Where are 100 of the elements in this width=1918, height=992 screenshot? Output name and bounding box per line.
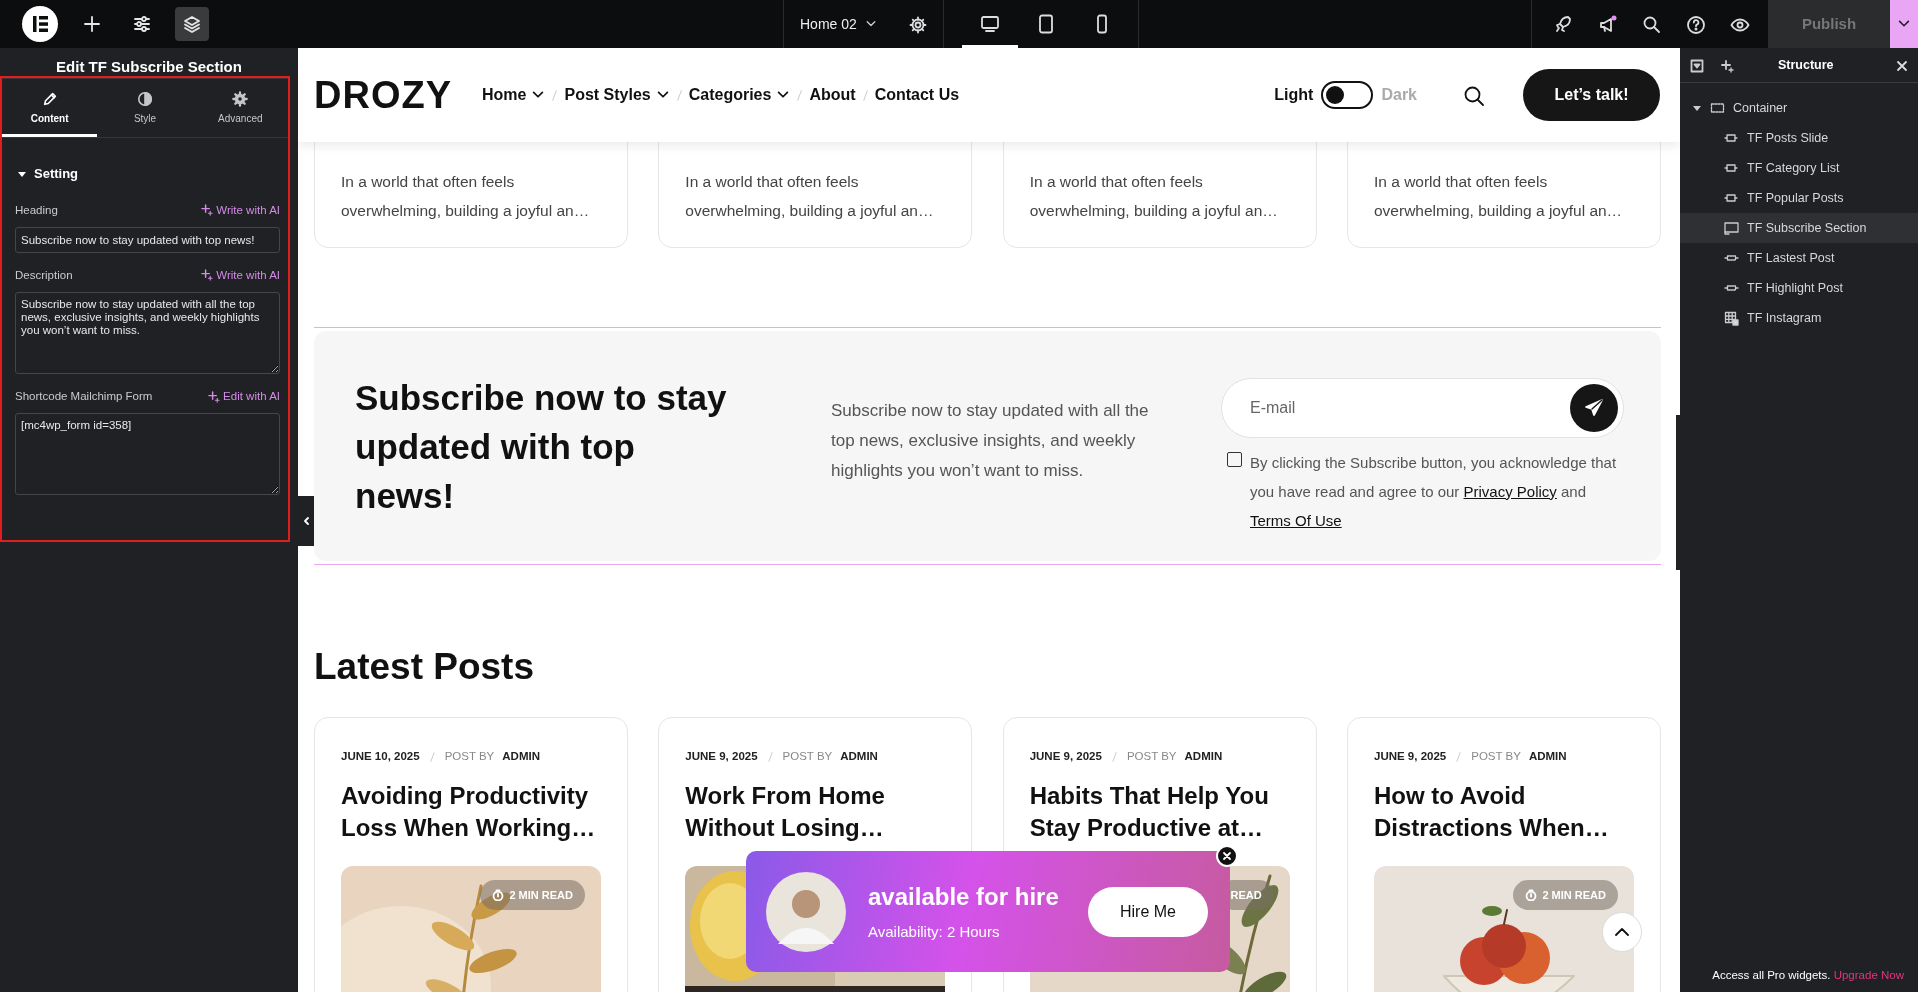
sparkle-icon (201, 204, 214, 217)
sparkle-icon (1720, 58, 1734, 73)
desktop-icon (980, 14, 1000, 34)
ai-action-button[interactable]: Write with AI (201, 266, 280, 284)
gear-icon (232, 91, 249, 107)
structure-item[interactable]: TF Subscribe Section (1680, 213, 1918, 243)
gear-icon (909, 15, 927, 34)
theme-toggle[interactable] (1321, 81, 1374, 109)
availability-text: Availability: 2 Hours (868, 922, 1001, 943)
pencil-icon (41, 91, 58, 107)
structure-item[interactable]: TF Lastest Post (1680, 243, 1918, 273)
sparkle-icon (208, 390, 221, 403)
timer-icon (1525, 888, 1538, 901)
panel-tab[interactable]: Advanced (192, 79, 288, 137)
close-icon (1222, 851, 1232, 861)
hire-me-button[interactable]: Hire Me (1088, 886, 1208, 937)
scrollbar[interactable] (1676, 415, 1680, 570)
lets-talk-button[interactable]: Let’s talk! (1523, 69, 1660, 121)
elementor-logo[interactable] (21, 5, 59, 43)
upgrade-link[interactable]: Upgrade Now (1833, 968, 1904, 981)
nav-link[interactable]: Post Styles (564, 83, 670, 107)
post-title[interactable]: Habits That Help You Stay Productive at… (1029, 779, 1290, 844)
structure-item[interactable]: TF Popular Posts (1680, 183, 1918, 213)
subscribe-heading: Subscribe now to stay updated with top news! (355, 376, 728, 517)
post-author[interactable]: ADMIN (1184, 748, 1223, 766)
collapse-icon (1690, 58, 1704, 73)
structure-button[interactable] (175, 7, 209, 41)
theme-label: Light (1274, 85, 1314, 105)
sparkle-icon (201, 269, 214, 282)
post-author[interactable]: ADMIN (1528, 748, 1567, 766)
site-logo[interactable]: DROZY (314, 66, 452, 124)
text-area[interactable]: Subscribe now to stay updated with all the top news, exclusive insights, and weekly highlights you won’t want to miss. (15, 292, 280, 374)
structure-item[interactable]: TF Instagram (1680, 303, 1918, 333)
ai-action-button[interactable]: Edit with AI (208, 388, 280, 406)
post-date: JUNE 9, 2025 (685, 749, 758, 765)
layers-icon (183, 14, 201, 34)
read-time-badge: 2 MIN READ (480, 879, 585, 911)
search-icon (1463, 84, 1485, 107)
structure-item[interactable]: Container (1680, 93, 1918, 123)
panel-title: Structure (1778, 56, 1834, 74)
popup-title: available for hire (868, 882, 1059, 913)
subscribe-description: Subscribe now to stay updated with all the top news, exclusive insights, and weekly highlights you won’t want to miss. (831, 400, 1150, 482)
page-selector[interactable]: Home 02 (800, 13, 877, 35)
post-excerpt: In a world that often feels overwhelming, building a joyful an… (685, 172, 935, 221)
expand-caret-icon[interactable] (1692, 103, 1702, 113)
megaphone-icon (1598, 14, 1618, 35)
consent-text: By clicking the Subscribe button, you acknowledge that you have read and agree to our Privacy Policy and Terms Of Use (1250, 452, 1618, 531)
panel-tab[interactable]: Content (2, 79, 98, 137)
e-logo-icon (22, 6, 58, 42)
post-date: JUNE 10, 2025 (341, 749, 420, 765)
promo-text: Access all Pro widgets. Upgrade Now (1712, 967, 1904, 983)
terms-of-use-link[interactable]: Terms Of Use (1250, 511, 1342, 529)
section-heading: Latest Posts (314, 645, 535, 689)
post-author[interactable]: ADMIN (840, 748, 878, 766)
post-excerpt: In a world that often feels overwhelming, building a joyful an… (1374, 172, 1624, 221)
collapse-panel-button[interactable] (298, 496, 314, 546)
field-label: Heading (15, 202, 58, 218)
post-by-label: POST BY (782, 749, 833, 765)
post-title[interactable]: How to Avoid Distractions When… (1374, 779, 1634, 844)
help-icon (1686, 14, 1706, 35)
chevron-up-icon (1615, 928, 1629, 936)
post-by-label: POST BY (1471, 749, 1521, 765)
sliders-icon (133, 15, 151, 33)
consent-checkbox[interactable] (1227, 451, 1242, 467)
close-button[interactable] (1216, 845, 1238, 867)
theme-label: Dark (1381, 85, 1417, 105)
ai-action-button[interactable]: Write with AI (201, 201, 280, 219)
structure-item[interactable]: TF Highlight Post (1680, 273, 1918, 303)
post-title[interactable]: Avoiding Productivity Loss When Working… (341, 779, 601, 844)
tablet-icon (1036, 14, 1056, 34)
structure-item[interactable]: TF Category List (1680, 153, 1918, 183)
section-toggle[interactable]: Setting (16, 164, 79, 184)
banner-icon (1724, 220, 1739, 236)
send-icon (1584, 397, 1604, 418)
privacy-policy-link[interactable]: Privacy Policy (1463, 482, 1557, 500)
rocket-icon (1554, 14, 1574, 35)
text-area[interactable]: [mc4wp_form id=358] (15, 413, 280, 496)
text-field[interactable]: Subscribe now to stay updated with top news! (15, 226, 280, 253)
nav-link[interactable]: Home (482, 83, 546, 107)
panel-tab[interactable]: Style (97, 79, 193, 137)
post-by-label: POST BY (444, 749, 495, 765)
avatar-icon (766, 871, 846, 952)
chevron-left-icon (302, 516, 310, 526)
post-excerpt: In a world that often feels overwhelming, building a joyful an… (1029, 172, 1279, 221)
container-icon (1710, 100, 1725, 116)
post-title[interactable]: Work From Home Without Losing… (685, 779, 946, 844)
structure-item[interactable]: TF Posts Slide (1680, 123, 1918, 153)
read-time-badge: 2 MIN READ (1513, 879, 1618, 911)
email-field[interactable]: E-mail (1221, 377, 1624, 438)
nav-link[interactable]: About (809, 83, 856, 107)
panel-title: Edit TF Subscribe Section (55, 57, 243, 76)
post-author[interactable]: ADMIN (502, 748, 540, 766)
search-icon (1642, 14, 1662, 35)
post-date: JUNE 9, 2025 (1374, 749, 1447, 765)
field-label: Description (15, 267, 73, 283)
nav-link[interactable]: Categories (688, 83, 791, 107)
plus-icon (83, 15, 101, 33)
post-excerpt: In a world that often feels overwhelming, building a joyful an… (341, 172, 591, 221)
nav-link[interactable]: Contact Us (874, 83, 960, 107)
close-icon (1896, 59, 1908, 72)
